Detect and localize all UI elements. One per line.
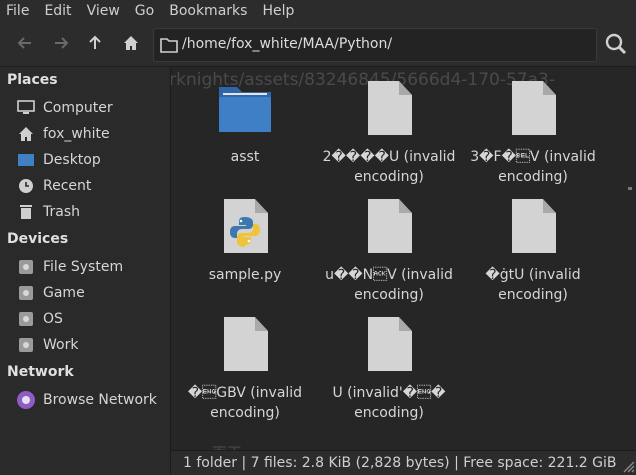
sidebar-item-trash[interactable]: Trash [0, 200, 170, 224]
location-path: /home/fox_white/MAA/Python/ [182, 36, 393, 52]
toolbar: /home/fox_white/MAA/Python/ [0, 22, 636, 67]
sidebar-item-work[interactable]: Work [0, 333, 170, 357]
sidebar-item-label: Browse Network [43, 392, 157, 408]
file-item[interactable]: u��NV (invalid encoding) [319, 195, 459, 305]
file-name: u��NV (invalid encoding) [325, 267, 453, 303]
sidebar-item-os[interactable]: OS [0, 307, 170, 331]
sidebar: Places Computer fox_white Desktop Recent… [0, 67, 171, 474]
file-item[interactable]: U (invalid'�� encoding) [319, 313, 459, 423]
arrow-left-icon [17, 37, 31, 49]
drive-icon [16, 257, 36, 277]
sidebar-item-label: Computer [43, 100, 113, 116]
sidebar-item-label: Trash [43, 204, 80, 220]
vertical-scrollbar[interactable] [624, 67, 636, 449]
sidebar-item-label: OS [43, 311, 63, 327]
menu-edit[interactable]: Edit [38, 3, 80, 19]
menu-bar: File Edit View Go Bookmarks Help [0, 0, 636, 22]
file-item-folder[interactable]: asst [175, 77, 315, 167]
menu-help[interactable]: Help [256, 3, 303, 19]
sidebar-item-game[interactable]: Game [0, 281, 170, 305]
drive-icon [16, 309, 36, 329]
file-item[interactable]: 3�F�V (invalid encoding) [463, 77, 603, 187]
document-icon [501, 77, 565, 141]
drive-icon [16, 283, 36, 303]
arrow-right-icon [55, 37, 69, 49]
python-file-icon [213, 195, 277, 259]
file-name: 3�F�V (invalid encoding) [470, 149, 596, 185]
file-name: �GBV (invalid encoding) [187, 385, 303, 421]
up-button[interactable] [84, 32, 106, 54]
sidebar-item-label: File System [43, 259, 124, 275]
file-name: 2����U (invalid encoding) [322, 149, 456, 185]
document-icon [357, 195, 421, 259]
menu-bookmarks[interactable]: Bookmarks [163, 3, 256, 19]
network-title: Network [7, 364, 74, 380]
document-icon [357, 313, 421, 377]
sidebar-item-label: fox_white [43, 126, 110, 142]
search-icon [605, 33, 627, 55]
status-text: 1 folder | 7 files: 2.8 KiB (2,828 bytes… [183, 455, 617, 471]
status-bar: 1 folder | 7 files: 2.8 KiB (2,828 bytes… [171, 450, 636, 475]
sidebar-item-label: Desktop [43, 152, 101, 168]
file-item-python[interactable]: sample.py [175, 195, 315, 285]
file-item[interactable]: �GBV (invalid encoding) [175, 313, 315, 423]
folder-icon [213, 77, 277, 141]
devices-title: Devices [7, 231, 69, 247]
desktop-icon [16, 150, 36, 170]
home-folder-icon [16, 124, 36, 144]
location-bar[interactable]: /home/fox_white/MAA/Python/ [153, 28, 597, 62]
network-icon [16, 390, 36, 410]
file-name: sample.py [208, 267, 282, 283]
sidebar-item-label: Recent [43, 178, 92, 194]
places-title: Places [7, 72, 58, 88]
menu-view[interactable]: View [81, 3, 129, 19]
scrollbar-thumb[interactable] [628, 187, 632, 190]
resize-grip-icon[interactable] [622, 460, 636, 474]
menu-go[interactable]: Go [129, 3, 163, 19]
sidebar-item-home[interactable]: fox_white [0, 122, 170, 146]
folder-icon [160, 38, 178, 53]
computer-icon [16, 98, 36, 118]
arrow-up-icon [89, 35, 101, 49]
search-button[interactable] [601, 30, 631, 58]
file-name: asst [230, 149, 260, 165]
sidebar-item-label: Game [43, 285, 85, 301]
menu-file[interactable]: File [0, 3, 38, 19]
file-item[interactable]: �ġtU (invalid encoding) [463, 195, 603, 305]
document-icon [501, 195, 565, 259]
sidebar-item-desktop[interactable]: Desktop [0, 148, 170, 172]
sidebar-item-label: Work [43, 337, 79, 353]
back-button[interactable] [14, 32, 36, 54]
file-grid: asst 2����U (invalid encoding) 3�F�V (i… [171, 67, 615, 449]
home-icon [124, 36, 138, 50]
document-icon [357, 77, 421, 141]
home-button[interactable] [120, 32, 142, 54]
sidebar-item-recent[interactable]: Recent [0, 174, 170, 198]
sidebar-item-browse-network[interactable]: Browse Network [0, 388, 170, 412]
trash-icon [16, 202, 36, 222]
forward-button[interactable] [50, 32, 72, 54]
clock-icon [16, 176, 36, 196]
file-name: U (invalid'�� encoding) [332, 385, 446, 421]
file-item[interactable]: 2����U (invalid encoding) [319, 77, 459, 187]
sidebar-item-computer[interactable]: Computer [0, 96, 170, 120]
document-icon [213, 313, 277, 377]
sidebar-item-filesystem[interactable]: File System [0, 255, 170, 279]
file-name: �ġtU (invalid encoding) [485, 267, 581, 303]
drive-icon [16, 335, 36, 355]
